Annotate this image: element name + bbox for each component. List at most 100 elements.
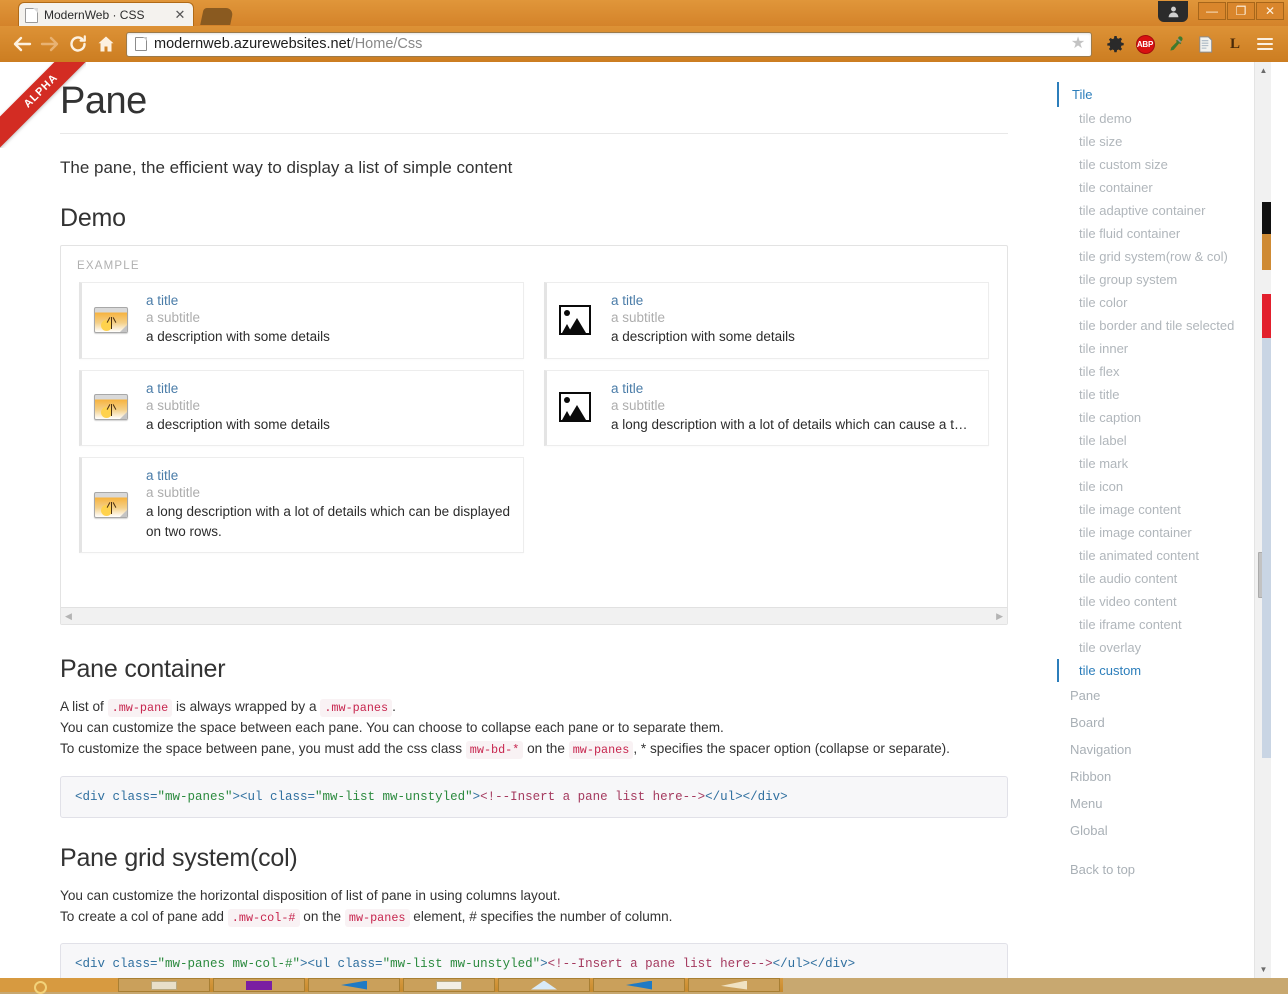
sidenav-back-to-top[interactable]: Back to top bbox=[1048, 856, 1258, 883]
sidenav-item-tile-demo[interactable]: tile demo bbox=[1048, 107, 1258, 130]
pane-grid-line2: To create a col of pane add .mw-col-# on… bbox=[60, 906, 1008, 927]
sidenav-item-tile-inner[interactable]: tile inner bbox=[1048, 337, 1258, 360]
reload-button[interactable] bbox=[64, 30, 92, 58]
sidenav-item-tile-group-system[interactable]: tile group system bbox=[1048, 268, 1258, 291]
list-item[interactable]: a title a subtitle a description with so… bbox=[544, 282, 989, 359]
code-mw-panes-3: mw-panes bbox=[345, 909, 410, 927]
taskbar-item[interactable] bbox=[593, 978, 685, 992]
sidenav-top-list: PaneBoardNavigationRibbonMenuGlobal bbox=[1048, 682, 1258, 844]
pane-title[interactable]: a title bbox=[611, 381, 976, 396]
browser-tab[interactable]: ModernWeb · CSS ✕ bbox=[18, 2, 194, 27]
code-mw-bd: mw-bd-* bbox=[466, 741, 524, 759]
code-comment: <!--Insert a pane list here--> bbox=[480, 790, 705, 804]
lastpass-icon[interactable]: L bbox=[1220, 30, 1250, 58]
sidenav-item-tile-size[interactable]: tile size bbox=[1048, 130, 1258, 153]
sidenav-item-tile-container[interactable]: tile container bbox=[1048, 176, 1258, 199]
pane-body: a title a subtitle a description with so… bbox=[146, 381, 511, 435]
sidenav-item-tile-mark[interactable]: tile mark bbox=[1048, 452, 1258, 475]
scroll-up-arrow-icon[interactable]: ▲ bbox=[1255, 62, 1272, 79]
scroll-down-arrow-icon[interactable]: ▼ bbox=[1255, 961, 1272, 978]
sidenav-item-tile-overlay[interactable]: tile overlay bbox=[1048, 636, 1258, 659]
sidenav-item-tile-caption[interactable]: tile caption bbox=[1048, 406, 1258, 429]
pane-title[interactable]: a title bbox=[146, 468, 511, 483]
demo-heading: Demo bbox=[60, 204, 1008, 233]
sidenav-item-tile-flex[interactable]: tile flex bbox=[1048, 360, 1258, 383]
pane-description: a description with some details bbox=[146, 327, 511, 347]
user-profile-button[interactable] bbox=[1158, 1, 1188, 22]
sidenav-item-pane[interactable]: Pane bbox=[1048, 682, 1258, 709]
broken-image-icon bbox=[559, 392, 599, 422]
taskbar-item[interactable] bbox=[213, 978, 305, 992]
page-title: Pane bbox=[60, 80, 1008, 134]
pane-title[interactable]: a title bbox=[146, 381, 511, 396]
sidenav-item-tile-custom[interactable]: tile custom bbox=[1057, 659, 1258, 682]
sidenav-item-tile-fluid-container[interactable]: tile fluid container bbox=[1048, 222, 1258, 245]
tab-close-icon[interactable]: ✕ bbox=[173, 8, 187, 22]
sidenav-item-tile-label[interactable]: tile label bbox=[1048, 429, 1258, 452]
sidenav-tile-sublist: tile demotile sizetile custom sizetile c… bbox=[1048, 107, 1258, 682]
taskbar-item[interactable] bbox=[308, 978, 400, 992]
browser-toolbar: modernweb.azurewebsites.net/Home/Css ★ A… bbox=[0, 26, 1288, 62]
pane-column-right: a title a subtitle a description with so… bbox=[534, 282, 999, 564]
sidenav-item-tile-adaptive-container[interactable]: tile adaptive container bbox=[1048, 199, 1258, 222]
list-item[interactable]: a title a subtitle a description with so… bbox=[79, 282, 524, 359]
code-tag: ><ul class= bbox=[300, 957, 383, 971]
pane-subtitle: a subtitle bbox=[146, 310, 511, 325]
taskbar-item[interactable] bbox=[498, 978, 590, 992]
sidenav-item-tile-title[interactable]: tile title bbox=[1048, 383, 1258, 406]
code-string: "mw-list mw-unstyled" bbox=[315, 790, 473, 804]
sidenav-item-global[interactable]: Global bbox=[1048, 817, 1258, 844]
list-item[interactable]: a title a subtitle a long description wi… bbox=[79, 457, 524, 553]
sidenav-item-tile-video-content[interactable]: tile video content bbox=[1048, 590, 1258, 613]
start-button[interactable] bbox=[0, 978, 118, 992]
address-bar[interactable]: modernweb.azurewebsites.net/Home/Css ★ bbox=[126, 32, 1092, 57]
adblock-plus-icon[interactable]: ABP bbox=[1130, 30, 1160, 58]
code-string: "mw-panes" bbox=[158, 790, 233, 804]
demo-horizontal-scrollbar[interactable]: ◀ ▶ bbox=[61, 607, 1007, 624]
pane-subtitle: a subtitle bbox=[146, 398, 511, 413]
settings-gear-icon[interactable] bbox=[1100, 30, 1130, 58]
sidenav-item-tile-animated-content[interactable]: tile animated content bbox=[1048, 544, 1258, 567]
code-tag: <div class= bbox=[75, 790, 158, 804]
list-item[interactable]: a title a subtitle a long description wi… bbox=[544, 370, 989, 447]
sidenav-item-tile-color[interactable]: tile color bbox=[1048, 291, 1258, 314]
eyedropper-icon[interactable] bbox=[1160, 30, 1190, 58]
sidenav-item-tile-iframe-content[interactable]: tile iframe content bbox=[1048, 613, 1258, 636]
sidenav-item-tile-image-container[interactable]: tile image container bbox=[1048, 521, 1258, 544]
code-mw-panes-2: mw-panes bbox=[569, 741, 634, 759]
sidenav-item-tile-audio-content[interactable]: tile audio content bbox=[1048, 567, 1258, 590]
sidenav-item-tile-grid-system-row-col-[interactable]: tile grid system(row & col) bbox=[1048, 245, 1258, 268]
list-item[interactable]: a title a subtitle a description with so… bbox=[79, 370, 524, 447]
home-button[interactable] bbox=[92, 30, 120, 58]
sidenav-item-tile-custom-size[interactable]: tile custom size bbox=[1048, 153, 1258, 176]
notepad-icon[interactable] bbox=[1190, 30, 1220, 58]
pane-body: a title a subtitle a long description wi… bbox=[611, 381, 976, 435]
background-window-edge bbox=[1262, 338, 1271, 758]
bookmark-star-icon[interactable]: ★ bbox=[1069, 35, 1087, 53]
sidenav-item-board[interactable]: Board bbox=[1048, 709, 1258, 736]
sidenav-item-tile-border-and-tile-selected[interactable]: tile border and tile selected bbox=[1048, 314, 1258, 337]
pane-title[interactable]: a title bbox=[146, 293, 511, 308]
sidenav-item-tile[interactable]: Tile bbox=[1057, 82, 1258, 107]
sidenav-item-ribbon[interactable]: Ribbon bbox=[1048, 763, 1258, 790]
sidenav-item-menu[interactable]: Menu bbox=[1048, 790, 1258, 817]
sidenav-item-tile-icon[interactable]: tile icon bbox=[1048, 475, 1258, 498]
new-tab-button[interactable] bbox=[200, 8, 234, 25]
scroll-right-arrow-icon[interactable]: ▶ bbox=[996, 612, 1003, 621]
scroll-left-arrow-icon[interactable]: ◀ bbox=[65, 612, 72, 621]
forward-button[interactable] bbox=[36, 30, 64, 58]
taskbar-item[interactable] bbox=[403, 978, 495, 992]
sidenav-item-tile-image-content[interactable]: tile image content bbox=[1048, 498, 1258, 521]
url-path: /Home/Css bbox=[351, 36, 423, 52]
back-button[interactable] bbox=[8, 30, 36, 58]
maximize-button[interactable]: ❐ bbox=[1227, 2, 1255, 20]
close-window-button[interactable]: ✕ bbox=[1256, 2, 1284, 20]
code-tag: ><ul class= bbox=[233, 790, 316, 804]
taskbar-item[interactable] bbox=[118, 978, 210, 992]
sidenav-item-navigation[interactable]: Navigation bbox=[1048, 736, 1258, 763]
pane-title[interactable]: a title bbox=[611, 293, 976, 308]
chrome-menu-icon[interactable] bbox=[1250, 30, 1280, 58]
minimize-button[interactable]: — bbox=[1198, 2, 1226, 20]
taskbar-item[interactable] bbox=[688, 978, 780, 992]
pane-grid-code-block: <div class="mw-panes mw-col-#"><ul class… bbox=[60, 943, 1008, 978]
